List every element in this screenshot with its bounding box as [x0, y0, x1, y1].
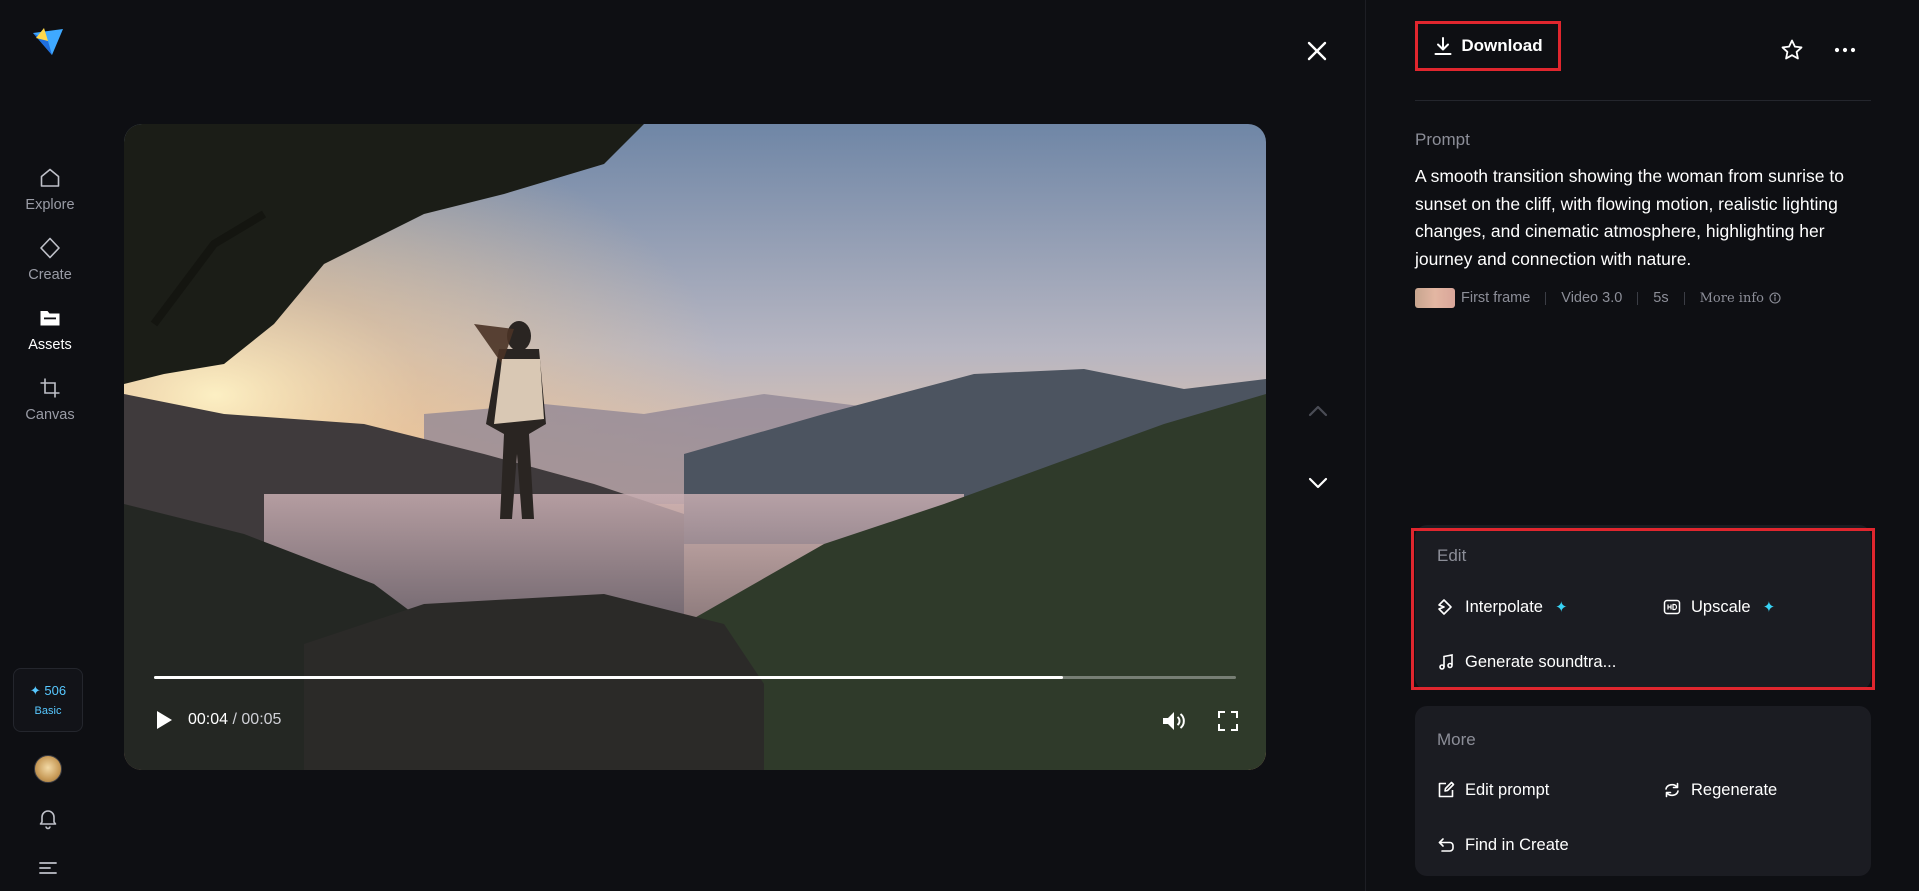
edit-prompt-button[interactable]: Edit prompt: [1437, 778, 1549, 802]
app-root: Explore Create Assets Canvas ✦ 506 Basic…: [0, 0, 1919, 891]
header-divider: [1415, 100, 1871, 101]
sidebar-item-label: Canvas: [25, 407, 75, 423]
folder-icon: [37, 305, 63, 331]
plan-label: Basic: [34, 705, 62, 717]
soundtrack-label: Generate soundtra...: [1465, 652, 1617, 671]
close-icon[interactable]: [1304, 38, 1330, 64]
upscale-button[interactable]: Upscale ✦: [1663, 595, 1775, 619]
progress-fill: [154, 676, 1063, 679]
first-frame-thumbnail[interactable]: [1415, 288, 1455, 308]
diamond-icon: [37, 235, 63, 261]
duration: 00:05: [241, 711, 282, 728]
more-title: More: [1437, 730, 1476, 749]
sparkle-icon: ✦: [1554, 599, 1568, 616]
hd-icon: [1663, 598, 1681, 616]
sidebar-item-assets[interactable]: Assets: [0, 305, 100, 365]
sidebar-item-label: Assets: [28, 337, 72, 353]
time-display: 00:04 / 00:05: [188, 711, 281, 729]
duration-label: 5s: [1653, 290, 1669, 306]
regenerate-label: Regenerate: [1691, 780, 1778, 799]
upscale-label: Upscale: [1691, 597, 1751, 616]
play-icon[interactable]: [154, 709, 174, 731]
star-icon[interactable]: [1780, 38, 1804, 62]
fullscreen-icon[interactable]: [1218, 711, 1238, 731]
player-controls: 00:04 / 00:05: [154, 709, 281, 731]
crop-icon: [37, 375, 63, 401]
time-separator: /: [232, 711, 237, 728]
download-button[interactable]: Download: [1415, 21, 1561, 71]
model-label: Video 3.0: [1561, 290, 1623, 306]
find-in-create-button[interactable]: Find in Create: [1437, 833, 1569, 857]
edit-prompt-icon: [1437, 781, 1455, 799]
sparkle-icon: ✦: [1762, 599, 1776, 616]
current-time: 00:04: [188, 711, 229, 728]
logo-icon[interactable]: [30, 24, 66, 60]
chevron-up-icon[interactable]: [1305, 402, 1331, 420]
sidebar-item-create[interactable]: Create: [0, 235, 100, 295]
download-icon: [1434, 37, 1452, 55]
meta-divider: [1637, 291, 1639, 305]
meta-divider: [1683, 291, 1685, 305]
progress-bar[interactable]: [154, 676, 1236, 679]
return-icon: [1437, 836, 1455, 854]
menu-icon[interactable]: [36, 858, 60, 878]
info-icon: [1769, 292, 1781, 304]
sidebar-item-label: Create: [28, 267, 72, 283]
prompt-text: A smooth transition showing the woman fr…: [1415, 166, 1844, 269]
sidebar-item-label: Explore: [25, 197, 75, 213]
find-in-create-label: Find in Create: [1465, 835, 1569, 854]
more-options-icon[interactable]: [1833, 38, 1857, 62]
sidebar-item-canvas[interactable]: Canvas: [0, 375, 100, 435]
music-note-icon: [1437, 653, 1455, 671]
sidebar-item-explore[interactable]: Explore: [0, 165, 100, 225]
chevron-down-icon[interactable]: [1305, 474, 1331, 492]
more-info-label: More info: [1699, 290, 1764, 306]
first-frame-label: First frame: [1461, 290, 1531, 306]
prompt-title: Prompt: [1415, 130, 1470, 149]
prompt-meta: First frame Video 3.0 5s More info: [1415, 288, 1781, 308]
credits-amount: ✦ 506: [29, 683, 67, 698]
edit-title: Edit: [1437, 546, 1467, 565]
bell-icon[interactable]: [36, 806, 60, 830]
download-label: Download: [1461, 36, 1543, 55]
interpolate-icon: [1437, 598, 1455, 616]
volume-icon[interactable]: [1160, 709, 1186, 733]
interpolate-button[interactable]: Interpolate ✦: [1437, 595, 1568, 619]
edit-prompt-label: Edit prompt: [1465, 780, 1550, 799]
more-info-link[interactable]: More info: [1700, 291, 1781, 306]
panel-divider: [1365, 0, 1366, 891]
video-player[interactable]: 00:04 / 00:05: [124, 124, 1266, 770]
generate-soundtrack-button[interactable]: Generate soundtra...: [1437, 650, 1616, 674]
video-frame: [124, 124, 1266, 770]
edit-section: Edit Interpolate ✦ Upscale ✦ Generate so…: [1415, 525, 1871, 690]
sidebar: Explore Create Assets Canvas ✦ 506 Basic: [0, 0, 100, 891]
regenerate-icon: [1663, 781, 1681, 799]
regenerate-button[interactable]: Regenerate: [1663, 778, 1777, 802]
home-icon: [37, 165, 63, 191]
credits-badge[interactable]: ✦ 506 Basic: [13, 668, 83, 732]
interpolate-label: Interpolate: [1465, 597, 1543, 616]
more-section: More Edit prompt Regenerate Find in Crea…: [1415, 706, 1871, 876]
meta-divider: [1545, 291, 1547, 305]
avatar[interactable]: [34, 755, 62, 783]
